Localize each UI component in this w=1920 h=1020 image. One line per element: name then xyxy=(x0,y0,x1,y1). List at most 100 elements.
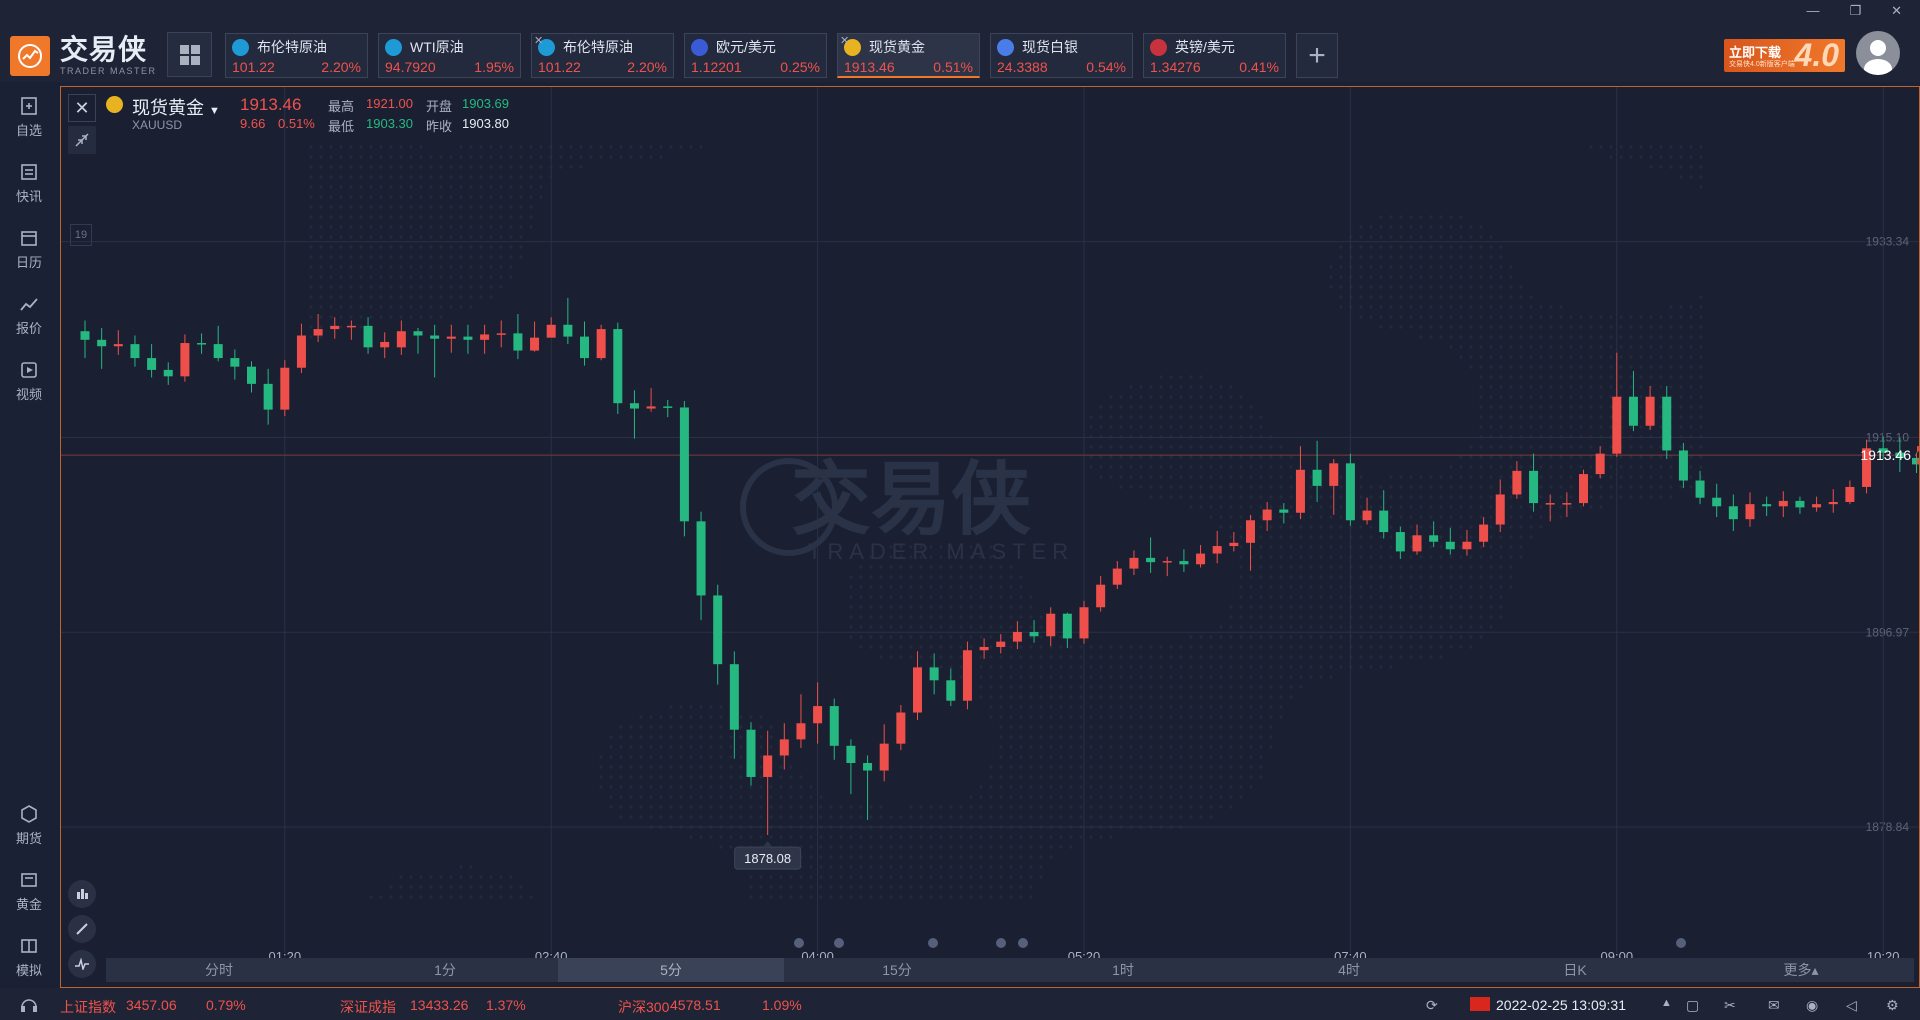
candle[interactable] xyxy=(1445,541,1455,550)
candle[interactable] xyxy=(1129,557,1139,569)
candle[interactable] xyxy=(230,358,240,367)
candle[interactable] xyxy=(313,329,323,336)
instrument-selector[interactable]: 现货黄金 ▼ xyxy=(132,94,220,120)
candle[interactable] xyxy=(1728,506,1738,520)
candle[interactable] xyxy=(530,337,540,351)
candle[interactable] xyxy=(679,407,689,522)
headset-icon[interactable] xyxy=(20,997,38,1016)
candle[interactable] xyxy=(380,341,390,348)
tab-close-icon[interactable]: ✕ xyxy=(534,34,543,47)
mute-icon[interactable]: ◁ xyxy=(1846,997,1857,1014)
candle[interactable] xyxy=(1329,463,1339,486)
timeframe-option[interactable]: 15分 xyxy=(784,958,1010,982)
download-promo-banner[interactable]: 立即下载 交易侠4.0新版客户端 4.0 xyxy=(1724,39,1845,72)
candle[interactable] xyxy=(1512,470,1522,495)
candlestick-chart[interactable]: 1933.341915.101896.971878.8401:20 02:40 04… xyxy=(61,87,1920,987)
candle[interactable] xyxy=(1762,504,1772,507)
candle[interactable] xyxy=(1579,474,1588,504)
sidebar-item-gold-bar[interactable]: 黄金 xyxy=(0,870,58,913)
candle[interactable] xyxy=(1828,502,1838,505)
timeframe-option[interactable]: 更多▴ xyxy=(1688,958,1914,982)
candle[interactable] xyxy=(746,729,756,777)
candle[interactable] xyxy=(1012,631,1022,642)
candle[interactable] xyxy=(946,680,956,701)
candle[interactable] xyxy=(97,339,107,347)
timeframe-option[interactable]: 1分 xyxy=(332,958,558,982)
close-chart-icon[interactable]: ✕ xyxy=(68,94,96,122)
sidebar-item-video[interactable]: 视频 xyxy=(0,360,58,403)
candle[interactable] xyxy=(1662,396,1672,451)
sync-icon[interactable]: ⟳ xyxy=(1426,997,1438,1014)
camera-icon[interactable]: ◉ xyxy=(1806,997,1818,1014)
event-marker-icon[interactable] xyxy=(1676,938,1686,948)
candle[interactable] xyxy=(879,743,889,771)
candle[interactable] xyxy=(1295,469,1305,513)
quote-tab[interactable]: 欧元/美元 1.12201 0.25% xyxy=(684,33,827,78)
candle[interactable] xyxy=(1778,500,1788,507)
candle[interactable] xyxy=(863,763,873,771)
quote-tab[interactable]: 现货白银 24.3388 0.54% xyxy=(990,33,1133,78)
candle[interactable] xyxy=(1395,532,1405,552)
avatar[interactable] xyxy=(1856,31,1900,75)
candle[interactable] xyxy=(496,333,506,335)
candle[interactable] xyxy=(80,331,90,340)
candle[interactable] xyxy=(646,406,656,409)
message-icon[interactable]: ✉ xyxy=(1768,997,1780,1014)
candle[interactable] xyxy=(1379,510,1389,533)
candle[interactable] xyxy=(1079,607,1089,639)
candle[interactable] xyxy=(729,664,739,730)
candle[interactable] xyxy=(1695,480,1705,498)
candle[interactable] xyxy=(1429,535,1439,542)
candle[interactable] xyxy=(1628,396,1638,426)
candle[interactable] xyxy=(180,343,190,377)
candle[interactable] xyxy=(1146,557,1156,563)
candle[interactable] xyxy=(779,739,789,756)
candle[interactable] xyxy=(979,647,989,651)
candle[interactable] xyxy=(896,712,906,744)
candle[interactable] xyxy=(1795,500,1805,508)
candle[interactable] xyxy=(1678,450,1688,481)
candle[interactable] xyxy=(813,706,823,724)
candle[interactable] xyxy=(1196,553,1206,565)
quote-tab[interactable]: 布伦特原油 101.22 2.20% xyxy=(225,33,368,78)
timeframe-option[interactable]: 5分 xyxy=(558,958,784,982)
candle[interactable] xyxy=(1462,541,1472,550)
tools-icon[interactable]: ✂ xyxy=(1724,997,1736,1014)
candle[interactable] xyxy=(563,324,573,337)
candle[interactable] xyxy=(829,706,839,746)
candle[interactable] xyxy=(613,329,623,404)
timeframe-option[interactable]: 4时 xyxy=(1236,958,1462,982)
candle[interactable] xyxy=(763,755,773,777)
chart-type-icon[interactable] xyxy=(68,880,96,908)
fullscreen-icon[interactable]: ▢ xyxy=(1686,997,1699,1014)
draw-pen-icon[interactable] xyxy=(68,915,96,943)
candle[interactable] xyxy=(396,331,406,348)
candle[interactable] xyxy=(480,334,490,340)
candle[interactable] xyxy=(1262,509,1272,521)
candle[interactable] xyxy=(596,329,606,359)
layout-grid-button[interactable] xyxy=(167,32,212,77)
candle[interactable] xyxy=(330,325,340,330)
candle[interactable] xyxy=(513,333,523,351)
candle[interactable] xyxy=(796,723,806,740)
candle[interactable] xyxy=(1712,497,1722,507)
timeframe-option[interactable]: 日K xyxy=(1462,958,1688,982)
sidebar-item-quote[interactable]: 报价 xyxy=(0,294,58,337)
tab-close-icon[interactable]: ✕ xyxy=(840,34,849,47)
expand-up-icon[interactable]: ▲ xyxy=(1661,997,1672,1009)
candle[interactable] xyxy=(996,641,1006,647)
candle[interactable] xyxy=(1096,584,1106,608)
quote-tab[interactable]: ✕ 现货黄金 1913.46 0.51% xyxy=(837,33,980,78)
sidebar-item-calendar[interactable]: 日历 xyxy=(0,228,58,271)
collapse-icon[interactable] xyxy=(68,126,96,154)
candle[interactable] xyxy=(1062,613,1072,639)
close-window-icon[interactable]: ✕ xyxy=(1891,3,1902,19)
candle[interactable] xyxy=(446,336,456,339)
candle[interactable] xyxy=(430,335,440,339)
event-marker-icon[interactable] xyxy=(996,938,1006,948)
candle[interactable] xyxy=(1046,613,1056,637)
candle[interactable] xyxy=(913,667,922,713)
candle[interactable] xyxy=(1612,396,1622,454)
candle[interactable] xyxy=(1246,520,1255,543)
app-logo[interactable]: 交易侠 TRADER MASTER xyxy=(10,36,157,76)
